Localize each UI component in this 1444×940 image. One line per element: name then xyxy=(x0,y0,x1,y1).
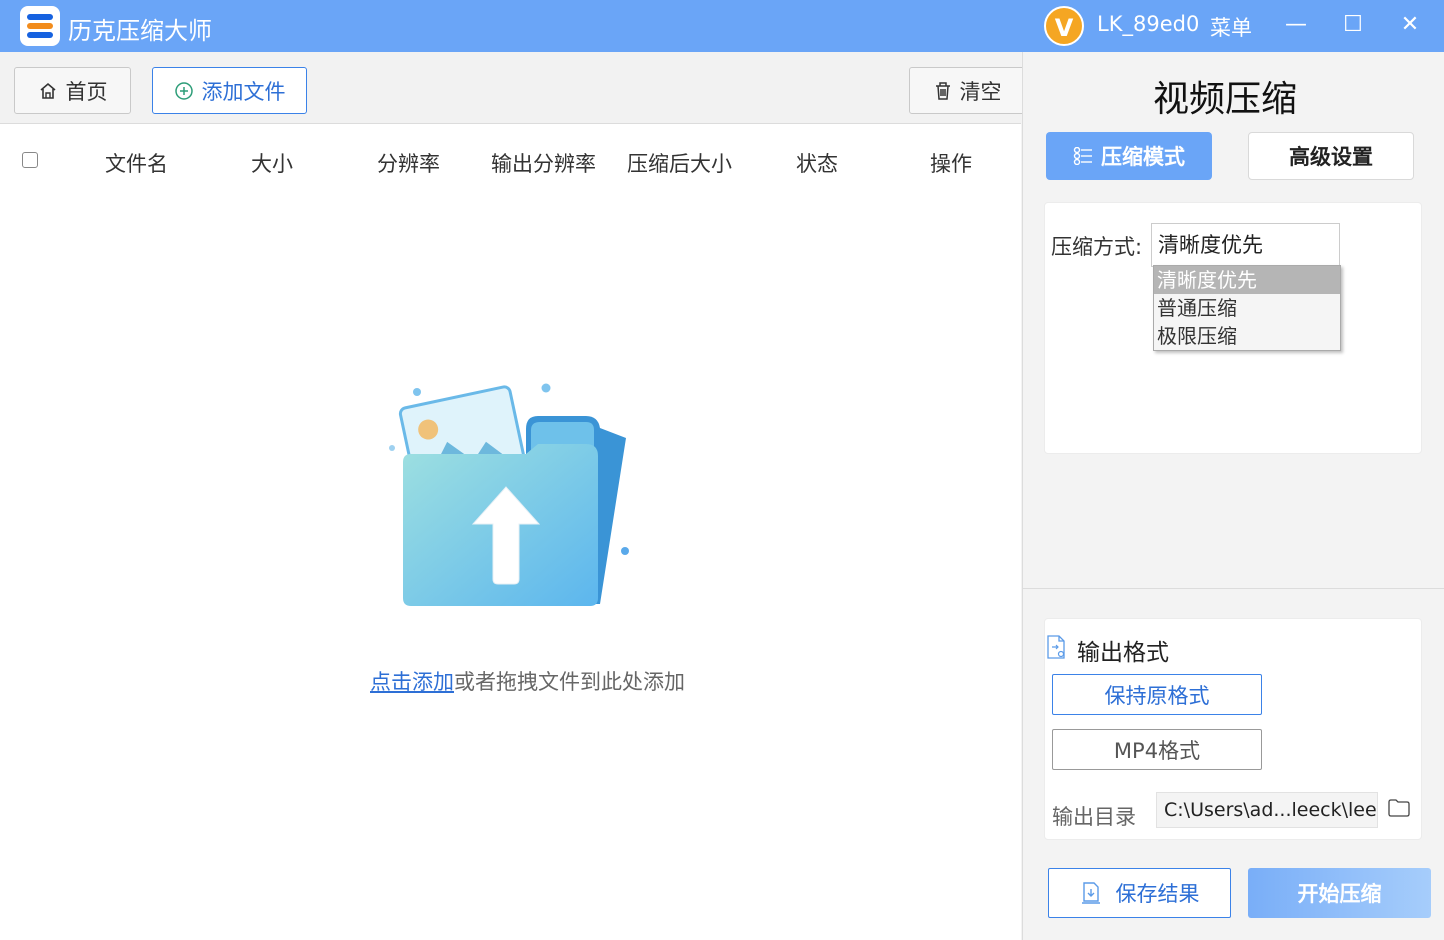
home-button-label: 首页 xyxy=(65,79,108,104)
method-option-extreme[interactable]: 极限压缩 xyxy=(1154,322,1340,350)
save-icon xyxy=(1081,882,1100,904)
app-logo-icon xyxy=(20,6,60,46)
home-icon xyxy=(39,82,56,99)
compress-method-select[interactable]: 清晰度优先 xyxy=(1151,223,1340,267)
column-output-resolution[interactable]: 输出分辨率 xyxy=(491,148,596,178)
file-list-panel: 首页 添加文件 清空 文件名 大小 分辨率 输出分辨率 压缩后大小 状态 操作 xyxy=(0,52,1026,940)
save-result-button[interactable]: 保存结果 xyxy=(1048,868,1231,918)
save-result-label: 保存结果 xyxy=(1115,882,1200,906)
divider xyxy=(1023,588,1444,589)
tab-compress-mode[interactable]: 压缩模式 xyxy=(1046,132,1212,180)
select-all-checkbox[interactable] xyxy=(22,152,38,168)
table-header: 文件名 大小 分辨率 输出分辨率 压缩后大小 状态 操作 xyxy=(0,124,1021,200)
clear-button-label: 清空 xyxy=(959,79,1002,104)
menu-button[interactable]: 菜单 xyxy=(1210,12,1252,42)
column-size[interactable]: 大小 xyxy=(251,148,293,178)
home-button[interactable]: 首页 xyxy=(14,67,131,114)
click-to-add-link[interactable]: 点击添加 xyxy=(370,670,454,694)
output-dir-field[interactable]: C:\Users\ad...leeck\leeck xyxy=(1156,792,1378,828)
method-option-clarity[interactable]: 清晰度优先 xyxy=(1154,266,1340,294)
column-actions[interactable]: 操作 xyxy=(930,148,972,178)
compress-mode-card: 压缩方式: 清晰度优先 清晰度优先 普通压缩 极限压缩 xyxy=(1044,202,1422,454)
file-format-icon xyxy=(1047,635,1065,659)
column-filename[interactable]: 文件名 xyxy=(105,148,168,178)
tab-advanced-settings[interactable]: 高级设置 xyxy=(1248,132,1414,180)
page-title: 视频压缩 xyxy=(1153,79,1298,120)
plus-circle-icon xyxy=(174,81,193,100)
user-avatar[interactable]: V xyxy=(1044,6,1084,46)
output-format-title: 输出格式 xyxy=(1077,640,1169,666)
add-file-button[interactable]: 添加文件 xyxy=(152,67,307,114)
sliders-icon xyxy=(1073,147,1092,165)
tab-advanced-label: 高级设置 xyxy=(1289,145,1373,169)
output-dir-label: 输出目录 xyxy=(1052,805,1136,829)
start-compress-button[interactable]: 开始压缩 xyxy=(1248,868,1431,918)
tab-compress-mode-label: 压缩模式 xyxy=(1101,145,1185,169)
maximize-button[interactable]: ☐ xyxy=(1336,10,1370,40)
compress-method-dropdown: 清晰度优先 普通压缩 极限压缩 xyxy=(1153,265,1341,351)
dropzone-hint-text: 或者拖拽文件到此处添加 xyxy=(454,670,685,694)
folder-icon[interactable] xyxy=(1388,799,1410,817)
method-option-normal[interactable]: 普通压缩 xyxy=(1154,294,1340,322)
output-format-card: 输出格式 保持原格式 MP4格式 输出目录 C:\Users\ad...leec… xyxy=(1044,618,1422,840)
title-bar: 历克压缩大师 V LK_89ed0 菜单 — ☐ ✕ xyxy=(0,0,1444,52)
clear-button[interactable]: 清空 xyxy=(909,67,1026,114)
column-status[interactable]: 状态 xyxy=(796,148,838,178)
app-title: 历克压缩大师 xyxy=(68,17,212,45)
dropzone-hint: 点击添加或者拖拽文件到此处添加 xyxy=(370,666,685,696)
minimize-button[interactable]: — xyxy=(1279,10,1313,40)
toolbar: 首页 添加文件 清空 xyxy=(0,52,1026,124)
settings-panel: 视频压缩 压缩模式 高级设置 压缩方式: 清晰度优先 清晰度优先 普通压缩 极限… xyxy=(1022,52,1444,940)
keep-format-button[interactable]: 保持原格式 xyxy=(1052,674,1262,715)
mp4-format-button[interactable]: MP4格式 xyxy=(1052,729,1262,770)
trash-icon xyxy=(935,81,950,100)
upload-folder-icon[interactable] xyxy=(386,374,636,614)
column-compressed-size[interactable]: 压缩后大小 xyxy=(627,148,732,178)
close-button[interactable]: ✕ xyxy=(1393,10,1427,40)
column-resolution[interactable]: 分辨率 xyxy=(377,148,440,178)
username[interactable]: LK_89ed0 xyxy=(1097,12,1199,36)
compress-method-label: 压缩方式: xyxy=(1051,235,1143,259)
add-file-button-label: 添加文件 xyxy=(201,79,286,104)
